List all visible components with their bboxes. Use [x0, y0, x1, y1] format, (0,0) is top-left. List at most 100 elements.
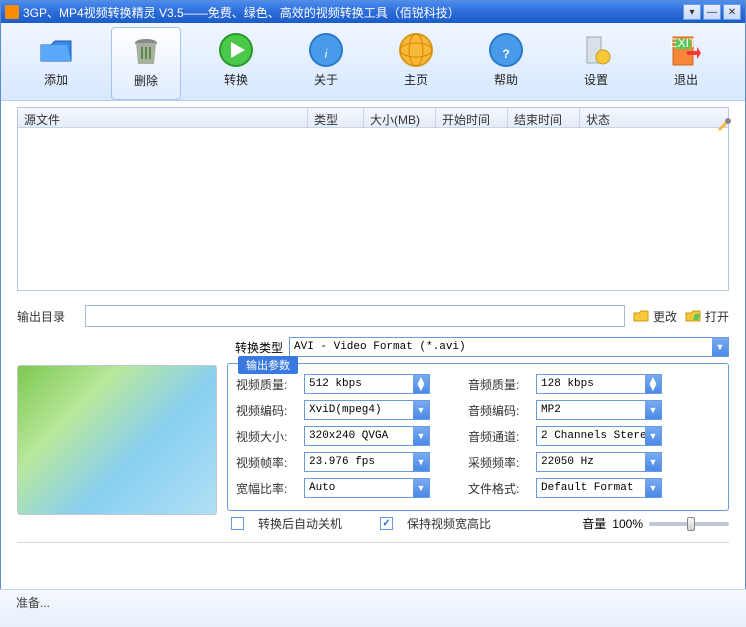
- achan-label: 音频通道:: [468, 428, 528, 445]
- aspect-label: 宽幅比率:: [236, 480, 296, 497]
- output-label: 输出目录: [17, 308, 77, 325]
- svg-text:?: ?: [502, 47, 509, 61]
- output-params-group: 输出参数 视频质量: 512 kbps▲▼ 音频质量: 128 kbps▲▼ 视…: [227, 363, 729, 511]
- achan-combo[interactable]: 2 Channels Stere▼: [536, 426, 662, 446]
- about-label: 关于: [314, 71, 338, 88]
- output-path-input[interactable]: [85, 305, 625, 327]
- col-type[interactable]: 类型: [308, 108, 364, 127]
- srate-label: 采频频率:: [468, 454, 528, 471]
- svg-text:EXIT: EXIT: [670, 36, 697, 50]
- list-tool-icon[interactable]: [715, 115, 733, 133]
- vcodec-label: 视频编码:: [236, 402, 296, 419]
- divider: [17, 542, 729, 543]
- chevron-down-icon: ▼: [712, 338, 728, 356]
- convert-label: 转换: [224, 71, 248, 88]
- play-icon: [217, 31, 255, 69]
- acodec-combo[interactable]: MP2▼: [536, 400, 662, 420]
- delete-label: 删除: [134, 72, 158, 89]
- folder-add-icon: [37, 31, 75, 69]
- shutdown-checkbox[interactable]: [231, 517, 244, 530]
- volume-value: 100%: [612, 517, 643, 531]
- home-label: 主页: [404, 71, 428, 88]
- col-end[interactable]: 结束时间: [508, 108, 580, 127]
- status-text: 准备...: [16, 594, 50, 611]
- convert-button[interactable]: 转换: [201, 27, 271, 100]
- restore-down-button[interactable]: ▾: [683, 4, 701, 20]
- chevron-down-icon: ▼: [413, 427, 429, 445]
- col-source[interactable]: 源文件: [18, 108, 308, 127]
- open-button[interactable]: 打开: [685, 308, 729, 325]
- file-list[interactable]: 源文件 类型 大小(MB) 开始时间 结束时间 状态: [17, 107, 729, 291]
- aquality-label: 音频质量:: [468, 376, 528, 393]
- chevron-down-icon: ▼: [413, 453, 429, 471]
- aquality-combo[interactable]: 128 kbps▲▼: [536, 374, 662, 394]
- toolbar: 添加 删除 转换 i 关于 主页 ? 帮助 设置 EXIT 退出: [1, 23, 745, 101]
- keepratio-checkbox[interactable]: [380, 517, 393, 530]
- minimize-button[interactable]: —: [703, 4, 721, 20]
- convtype-value: AVI - Video Format (*.avi): [290, 341, 712, 353]
- settings-button[interactable]: 设置: [561, 27, 631, 100]
- col-status[interactable]: 状态: [580, 108, 728, 127]
- convtype-label: 转换类型: [227, 339, 283, 356]
- vfps-combo[interactable]: 23.976 fps▼: [304, 452, 430, 472]
- chevron-down-icon: ▼: [645, 479, 661, 497]
- home-button[interactable]: 主页: [381, 27, 451, 100]
- vsize-label: 视频大小:: [236, 428, 296, 445]
- trash-icon: [127, 32, 165, 70]
- col-start[interactable]: 开始时间: [436, 108, 508, 127]
- vcodec-combo[interactable]: XviD(mpeg4)▼: [304, 400, 430, 420]
- globe-icon: [397, 31, 435, 69]
- spinner-icon: ▲▼: [645, 375, 661, 393]
- add-label: 添加: [44, 71, 68, 88]
- folder-icon: [633, 308, 649, 324]
- vsize-combo[interactable]: 320x240 QVGA▼: [304, 426, 430, 446]
- change-button[interactable]: 更改: [633, 308, 677, 325]
- fformat-combo[interactable]: Default Format▼: [536, 478, 662, 498]
- fformat-label: 文件格式:: [468, 480, 528, 497]
- vquality-combo[interactable]: 512 kbps▲▼: [304, 374, 430, 394]
- vquality-label: 视频质量:: [236, 376, 296, 393]
- col-size[interactable]: 大小(MB): [364, 108, 436, 127]
- spinner-icon: ▲▼: [413, 375, 429, 393]
- params-legend: 输出参数: [238, 356, 298, 374]
- chevron-down-icon: ▼: [645, 453, 661, 471]
- file-list-header: 源文件 类型 大小(MB) 开始时间 结束时间 状态: [18, 108, 728, 128]
- volume-slider[interactable]: [649, 522, 729, 526]
- keepratio-label: 保持视频宽高比: [407, 515, 491, 532]
- titlebar: 3GP、MP4视频转换精灵 V3.5——免费、绿色、高效的视频转换工具（佰锐科技…: [1, 1, 745, 23]
- preview-image: [17, 365, 217, 515]
- srate-combo[interactable]: 22050 Hz▼: [536, 452, 662, 472]
- acodec-label: 音频编码:: [468, 402, 528, 419]
- help-button[interactable]: ? 帮助: [471, 27, 541, 100]
- svg-text:i: i: [325, 47, 328, 61]
- app-icon: [5, 5, 19, 19]
- status-bar: 准备...: [0, 589, 746, 627]
- about-button[interactable]: i 关于: [291, 27, 361, 100]
- question-icon: ?: [487, 31, 525, 69]
- settings-label: 设置: [584, 71, 608, 88]
- help-label: 帮助: [494, 71, 518, 88]
- open-folder-icon: [685, 308, 701, 324]
- chevron-down-icon: ▼: [413, 479, 429, 497]
- chevron-down-icon: ▼: [645, 401, 661, 419]
- change-label: 更改: [653, 308, 677, 325]
- output-row: 输出目录 更改 打开: [17, 305, 729, 327]
- chevron-down-icon: ▼: [413, 401, 429, 419]
- convtype-combo[interactable]: AVI - Video Format (*.avi) ▼: [289, 337, 729, 357]
- slider-thumb[interactable]: [687, 517, 695, 531]
- delete-button[interactable]: 删除: [111, 27, 181, 100]
- open-label: 打开: [705, 308, 729, 325]
- aspect-combo[interactable]: Auto▼: [304, 478, 430, 498]
- add-button[interactable]: 添加: [21, 27, 91, 100]
- gear-icon: [577, 31, 615, 69]
- close-button[interactable]: ✕: [723, 4, 741, 20]
- window-title: 3GP、MP4视频转换精灵 V3.5——免费、绿色、高效的视频转换工具（佰锐科技…: [23, 4, 681, 21]
- exit-button[interactable]: EXIT 退出: [651, 27, 721, 100]
- exit-icon: EXIT: [667, 31, 705, 69]
- chevron-down-icon: ▼: [645, 427, 661, 445]
- volume-label: 音量: [582, 515, 606, 532]
- shutdown-label: 转换后自动关机: [258, 515, 342, 532]
- info-icon: i: [307, 31, 345, 69]
- exit-label: 退出: [674, 71, 698, 88]
- vfps-label: 视频帧率:: [236, 454, 296, 471]
